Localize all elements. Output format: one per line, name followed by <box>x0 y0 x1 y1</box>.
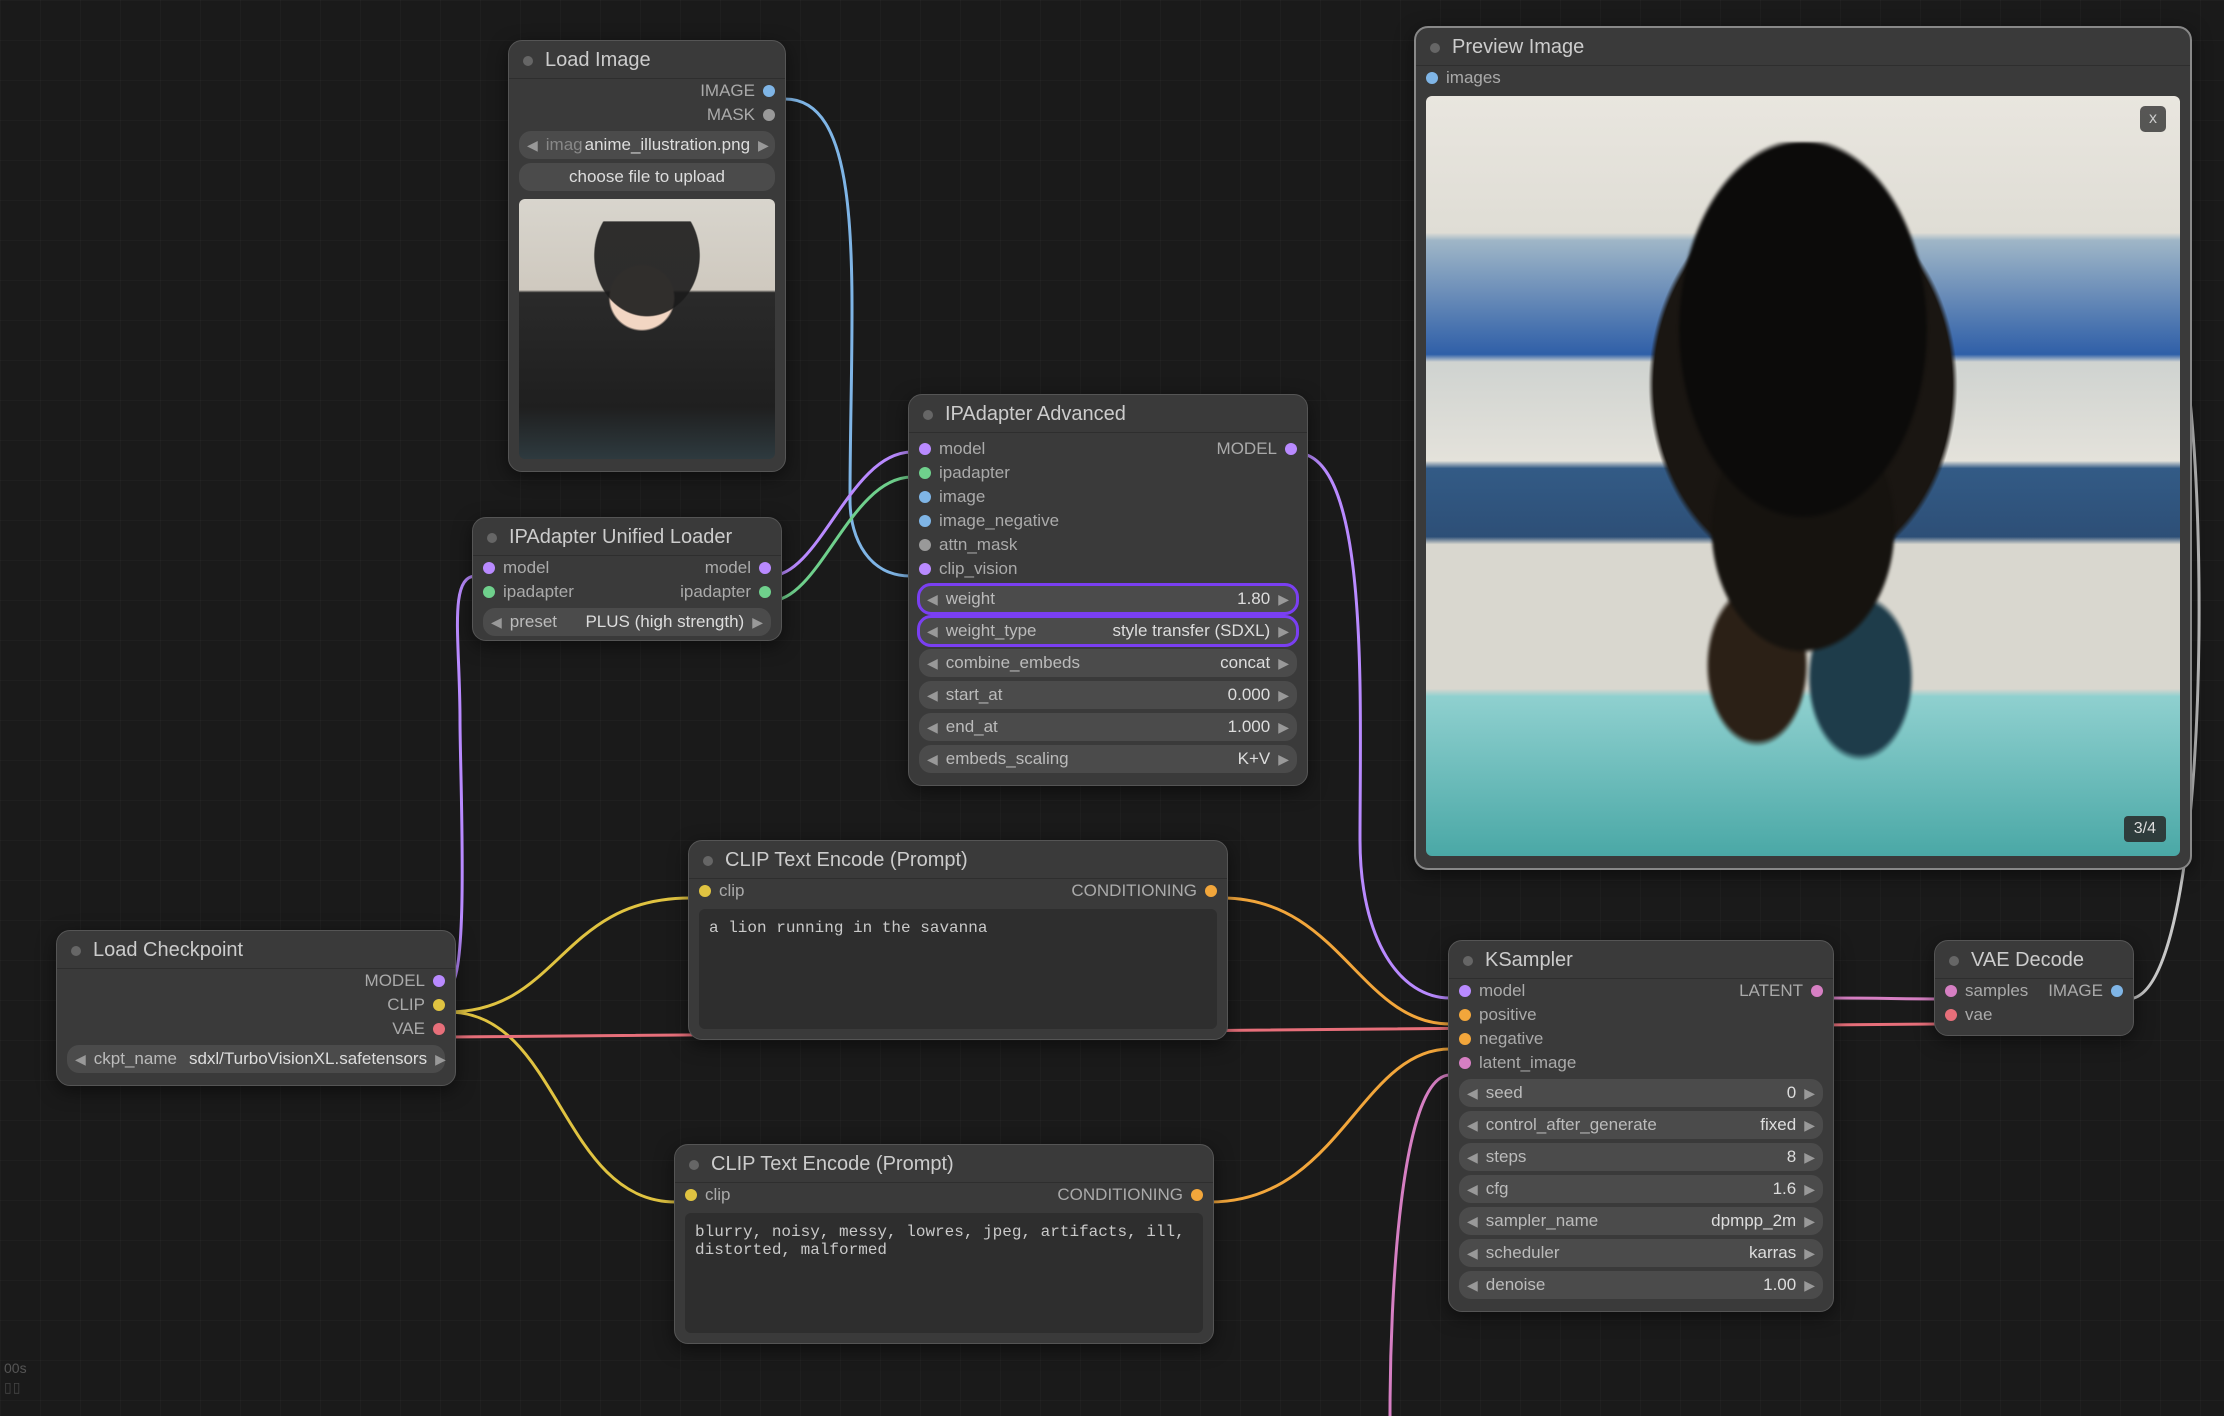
port-model[interactable]: model MODEL <box>909 433 1307 461</box>
chevron-right-icon[interactable]: ▶ <box>758 137 769 154</box>
collapse-dot-icon[interactable] <box>1430 43 1440 53</box>
image-counter: 3/4 <box>2124 816 2166 842</box>
input-image[interactable]: image <box>909 485 1307 509</box>
collapse-dot-icon[interactable] <box>689 1160 699 1170</box>
input-image-thumbnail[interactable] <box>519 199 775 459</box>
param-denoise[interactable]: ◀denoise1.00▶ <box>1459 1271 1823 1299</box>
param-weight-type[interactable]: ◀ weight_type style transfer (SDXL) ▶ <box>919 617 1297 645</box>
collapse-dot-icon[interactable] <box>523 56 533 66</box>
node-vae-decode[interactable]: VAE Decode samples IMAGE vae <box>1934 940 2134 1036</box>
node-title[interactable]: Load Checkpoint <box>57 931 455 969</box>
param-end-at[interactable]: ◀end_at 1.000▶ <box>919 713 1297 741</box>
port-ipadapter[interactable]: ipadapter ipadapter <box>473 580 781 604</box>
chevron-right-icon[interactable]: ▶ <box>1278 591 1289 608</box>
node-title[interactable]: CLIP Text Encode (Prompt) <box>675 1145 1213 1183</box>
node-title[interactable]: IPAdapter Unified Loader <box>473 518 781 556</box>
port-samples-image[interactable]: samples IMAGE <box>1935 979 2133 1003</box>
param-steps[interactable]: ◀steps8▶ <box>1459 1143 1823 1171</box>
ports[interactable]: clip CONDITIONING <box>675 1183 1213 1207</box>
ckpt-name-select[interactable]: ◀ ckpt_name sdxl/TurboVisionXL.safetenso… <box>67 1045 445 1073</box>
chevron-right-icon[interactable]: ▶ <box>752 614 763 631</box>
node-load-checkpoint[interactable]: Load Checkpoint MODEL CLIP VAE ◀ ckpt_na… <box>56 930 456 1086</box>
port-model-latent[interactable]: model LATENT <box>1449 979 1833 1003</box>
param-cfg[interactable]: ◀cfg1.6▶ <box>1459 1175 1823 1203</box>
preset-select[interactable]: ◀ preset PLUS (high strength) ▶ <box>483 608 771 636</box>
title-text: VAE Decode <box>1971 949 2084 972</box>
node-clip-text-encode-negative[interactable]: CLIP Text Encode (Prompt) clip CONDITION… <box>674 1144 1214 1344</box>
status-time: 00s <box>4 1360 27 1376</box>
node-load-image[interactable]: Load Image IMAGE MASK ◀ imag anime_illus… <box>508 40 786 472</box>
collapse-dot-icon[interactable] <box>923 410 933 420</box>
title-text: CLIP Text Encode (Prompt) <box>711 1153 954 1176</box>
title-text: Load Image <box>545 49 651 72</box>
node-title[interactable]: IPAdapter Advanced <box>909 395 1307 433</box>
collapse-dot-icon[interactable] <box>1463 956 1473 966</box>
node-preview-image[interactable]: Preview Image images x 3/4 <box>1414 26 2192 870</box>
title-text: KSampler <box>1485 949 1573 972</box>
collapse-dot-icon[interactable] <box>703 856 713 866</box>
output-mask[interactable]: MASK <box>509 103 785 127</box>
param-combine-embeds[interactable]: ◀combine_embeds concat▶ <box>919 649 1297 677</box>
close-button[interactable]: x <box>2140 106 2166 132</box>
chevron-left-icon[interactable]: ◀ <box>527 137 538 154</box>
node-ipadapter-unified-loader[interactable]: IPAdapter Unified Loader model model ipa… <box>472 517 782 641</box>
input-negative[interactable]: negative <box>1449 1027 1833 1051</box>
close-icon: x <box>2149 110 2157 128</box>
title-text: Load Checkpoint <box>93 939 243 962</box>
chevron-left-icon[interactable]: ◀ <box>491 614 502 631</box>
input-image-negative[interactable]: image_negative <box>909 509 1307 533</box>
node-title[interactable]: KSampler <box>1449 941 1833 979</box>
upload-button[interactable]: choose file to upload <box>519 163 775 191</box>
node-clip-text-encode-positive[interactable]: CLIP Text Encode (Prompt) clip CONDITION… <box>688 840 1228 1040</box>
node-title[interactable]: Load Image <box>509 41 785 79</box>
ports[interactable]: clip CONDITIONING <box>689 879 1227 903</box>
chevron-left-icon[interactable]: ◀ <box>927 591 938 608</box>
node-title[interactable]: CLIP Text Encode (Prompt) <box>689 841 1227 879</box>
title-text: IPAdapter Advanced <box>945 403 1126 426</box>
node-ipadapter-advanced[interactable]: IPAdapter Advanced model MODEL ipadapter… <box>908 394 1308 786</box>
node-title[interactable]: Preview Image <box>1416 28 2190 66</box>
input-ipadapter[interactable]: ipadapter <box>909 461 1307 485</box>
param-start-at[interactable]: ◀start_at 0.000▶ <box>919 681 1297 709</box>
preview-output-image[interactable]: x 3/4 <box>1426 96 2180 856</box>
param-embeds-scaling[interactable]: ◀embeds_scaling K+V▶ <box>919 745 1297 773</box>
output-vae[interactable]: VAE <box>57 1017 455 1041</box>
input-clip-vision[interactable]: clip_vision <box>909 557 1307 581</box>
param-weight[interactable]: ◀ weight 1.80 ▶ <box>919 585 1297 613</box>
title-text: IPAdapter Unified Loader <box>509 526 732 549</box>
title-text: CLIP Text Encode (Prompt) <box>725 849 968 872</box>
title-text: Preview Image <box>1452 36 1584 59</box>
prompt-text[interactable]: a lion running in the savanna <box>699 909 1217 1029</box>
param-seed[interactable]: ◀seed0▶ <box>1459 1079 1823 1107</box>
param-control-after-generate[interactable]: ◀control_after_generatefixed▶ <box>1459 1111 1823 1139</box>
input-latent-image[interactable]: latent_image <box>1449 1051 1833 1075</box>
node-ksampler[interactable]: KSampler model LATENT positive negative … <box>1448 940 1834 1312</box>
output-image[interactable]: IMAGE <box>509 79 785 103</box>
chevron-left-icon[interactable]: ◀ <box>927 623 938 640</box>
output-model[interactable]: MODEL <box>57 969 455 993</box>
input-images[interactable]: images <box>1416 66 2190 90</box>
chevron-left-icon[interactable]: ◀ <box>75 1051 86 1068</box>
param-sampler-name[interactable]: ◀sampler_namedpmpp_2m▶ <box>1459 1207 1823 1235</box>
port-model[interactable]: model model <box>473 556 781 580</box>
collapse-dot-icon[interactable] <box>1949 956 1959 966</box>
collapse-dot-icon[interactable] <box>71 946 81 956</box>
collapse-dot-icon[interactable] <box>487 533 497 543</box>
status-bars: ▯▯ <box>4 1379 21 1396</box>
input-vae[interactable]: vae <box>1935 1003 2133 1035</box>
prompt-text[interactable]: blurry, noisy, messy, lowres, jpeg, arti… <box>685 1213 1203 1333</box>
input-attn-mask[interactable]: attn_mask <box>909 533 1307 557</box>
node-title[interactable]: VAE Decode <box>1935 941 2133 979</box>
chevron-right-icon[interactable]: ▶ <box>435 1051 446 1068</box>
output-clip[interactable]: CLIP <box>57 993 455 1017</box>
file-selector[interactable]: ◀ imag anime_illustration.png ▶ <box>519 131 775 159</box>
chevron-right-icon[interactable]: ▶ <box>1278 623 1289 640</box>
input-positive[interactable]: positive <box>1449 1003 1833 1027</box>
param-scheduler[interactable]: ◀schedulerkarras▶ <box>1459 1239 1823 1267</box>
